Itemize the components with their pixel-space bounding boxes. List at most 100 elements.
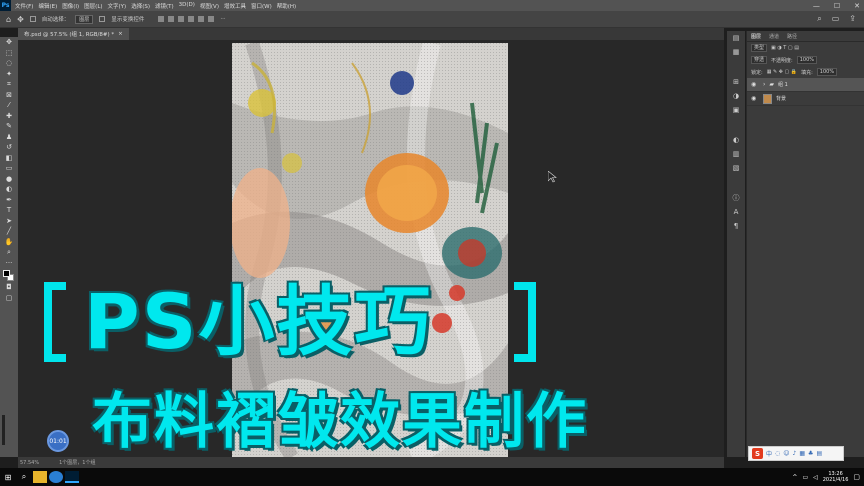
layer-row-group[interactable]: ◉ › ▰ 组 1 <box>747 78 864 92</box>
tab-paths[interactable]: 路径 <box>787 33 797 40</box>
home-icon[interactable]: ⌂ <box>6 15 11 24</box>
document-tab[interactable]: 布.psd @ 57.5% (组 1, RGB/8#) * × <box>18 28 129 40</box>
blend-mode-select[interactable]: 穿透 <box>751 56 768 64</box>
visibility-eye-icon[interactable]: ◉ <box>751 81 759 88</box>
windows-start-icon[interactable]: ⊞ <box>0 468 16 486</box>
show-transform-checkbox[interactable] <box>99 16 106 22</box>
tab-layers[interactable]: 图层 <box>751 33 761 40</box>
properties-panel-icon[interactable]: ⊞ <box>727 75 745 89</box>
menu-edit[interactable]: 编辑(E) <box>38 2 57 10</box>
menu-select[interactable]: 选择(S) <box>131 2 150 10</box>
menu-help[interactable]: 帮助(H) <box>277 2 296 10</box>
network-icon[interactable]: ▭ <box>802 474 808 481</box>
tab-channels[interactable]: 通道 <box>769 33 779 40</box>
browser-icon[interactable] <box>49 471 63 483</box>
tray-chevron-icon[interactable]: ^ <box>792 474 797 481</box>
adjustments-panel-icon[interactable]: ◑ <box>727 89 745 103</box>
menu-layer[interactable]: 图层(L) <box>84 2 102 10</box>
layer-row-background[interactable]: ◉ 背景 <box>747 92 864 106</box>
gradient-icon[interactable]: ▭ <box>0 163 18 174</box>
healing-brush-icon[interactable]: ✚ <box>0 111 18 122</box>
history-brush-icon[interactable]: ↺ <box>0 142 18 153</box>
quick-mask-icon[interactable]: ◘ <box>0 282 18 293</box>
libraries-panel-icon[interactable]: ▣ <box>727 103 745 117</box>
frame-tool-icon[interactable]: ⊠ <box>0 90 18 101</box>
menu-window[interactable]: 窗口(W) <box>251 2 272 10</box>
swatches-panel-icon[interactable]: ▦ <box>727 45 745 59</box>
ime-voice-icon[interactable]: ♪ <box>793 450 797 457</box>
color-panel-icon[interactable]: ◐ <box>727 133 745 147</box>
info-panel-icon[interactable]: ⓘ <box>727 191 745 205</box>
opacity-input[interactable]: 100% <box>796 56 817 64</box>
stamp-tool-icon[interactable]: ♟ <box>0 132 18 143</box>
file-explorer-icon[interactable] <box>33 471 47 483</box>
maximize-button[interactable]: ☐ <box>834 2 840 10</box>
menu-type[interactable]: 文字(Y) <box>108 2 127 10</box>
lasso-tool-icon[interactable]: ◌ <box>0 58 18 69</box>
zoom-level[interactable]: 57.54% <box>20 460 39 466</box>
marquee-tool-icon[interactable]: ⬚ <box>0 48 18 59</box>
toolbar-scrollbar[interactable] <box>2 415 5 445</box>
eyedropper-icon[interactable]: ⁄ <box>0 100 18 111</box>
lock-icons[interactable]: ▦ ✎ ✥ ▢ 🔒 <box>767 69 797 75</box>
eraser-icon[interactable]: ◧ <box>0 153 18 164</box>
align-middle-icon[interactable] <box>198 16 205 22</box>
path-select-icon[interactable]: ➤ <box>0 216 18 227</box>
align-left-icon[interactable] <box>158 16 165 22</box>
blur-tool-icon[interactable]: ● <box>0 174 18 185</box>
expand-chevron-icon[interactable]: › <box>763 81 765 88</box>
align-bottom-icon[interactable] <box>208 16 215 22</box>
screen-mode-icon[interactable]: ▢ <box>0 293 18 304</box>
more-tools-icon[interactable]: ··· <box>0 258 18 269</box>
fill-input[interactable]: 100% <box>816 68 838 76</box>
align-top-icon[interactable] <box>188 16 195 22</box>
sogou-logo-icon[interactable]: S <box>752 448 763 459</box>
layer-kind-filter[interactable]: 类型 <box>751 44 768 52</box>
minimize-button[interactable]: — <box>813 2 820 10</box>
move-tool-icon[interactable]: ✥ <box>0 37 18 48</box>
ime-emoji-icon[interactable]: ☺ <box>783 450 789 457</box>
hand-tool-icon[interactable]: ✋ <box>0 237 18 248</box>
auto-select-dropdown[interactable]: 图层 <box>75 14 94 24</box>
align-right-icon[interactable] <box>178 16 185 22</box>
ime-toolbar[interactable]: S 中 ◌ ☺ ♪ ▦ ♣ ▤ <box>748 446 844 461</box>
visibility-eye-icon[interactable]: ◉ <box>751 95 759 102</box>
zoom-tool-icon[interactable]: ⌕ <box>0 247 18 258</box>
more-options[interactable]: ··· <box>220 16 225 22</box>
clock[interactable]: 13:26 2021/4/16 <box>823 471 849 484</box>
pen-tool-icon[interactable]: ✒ <box>0 195 18 206</box>
ime-skin-icon[interactable]: ♣ <box>808 450 813 457</box>
gradient-panel-icon[interactable]: ▥ <box>727 147 745 161</box>
document-tab-close[interactable]: × <box>118 31 123 37</box>
character-panel-icon[interactable]: A <box>727 205 745 219</box>
notification-icon[interactable]: ▢ <box>853 473 860 481</box>
ime-language[interactable]: 中 <box>766 449 772 458</box>
brush-tool-icon[interactable]: ✎ <box>0 121 18 132</box>
type-tool-icon[interactable]: T <box>0 205 18 216</box>
line-tool-icon[interactable]: ╱ <box>0 226 18 237</box>
paragraph-panel-icon[interactable]: ¶ <box>727 219 745 233</box>
ime-tools-icon[interactable]: ▤ <box>816 450 822 457</box>
workspace-icon[interactable]: ▭ <box>832 14 840 24</box>
close-button[interactable]: ✕ <box>854 2 860 10</box>
menu-filter[interactable]: 滤镜(T) <box>155 2 174 10</box>
share-icon[interactable]: ⇪ <box>849 14 856 24</box>
move-tool-icon[interactable]: ✥ <box>17 15 24 24</box>
ime-punctuation-icon[interactable]: ◌ <box>775 450 780 457</box>
dodge-tool-icon[interactable]: ◐ <box>0 184 18 195</box>
menu-image[interactable]: 图像(I) <box>62 2 79 10</box>
foreground-color-swatch[interactable] <box>3 270 10 277</box>
volume-icon[interactable]: ◁ <box>813 474 818 481</box>
menu-file[interactable]: 文件(F) <box>15 2 33 10</box>
photoshop-taskbar-icon[interactable] <box>65 471 79 483</box>
history-panel-icon[interactable]: ▤ <box>727 31 745 45</box>
menu-plugins[interactable]: 增效工具 <box>224 2 246 10</box>
patterns-panel-icon[interactable]: ▧ <box>727 161 745 175</box>
photoshop-logo[interactable]: Ps <box>0 0 11 11</box>
taskbar-search-icon[interactable]: ⌕ <box>16 468 32 486</box>
crop-tool-icon[interactable]: ⌗ <box>0 79 18 90</box>
menu-3d[interactable]: 3D(D) <box>179 2 195 10</box>
auto-select-checkbox[interactable] <box>29 16 36 22</box>
search-icon[interactable]: ⌕ <box>817 14 821 24</box>
menu-view[interactable]: 视图(V) <box>200 2 219 10</box>
